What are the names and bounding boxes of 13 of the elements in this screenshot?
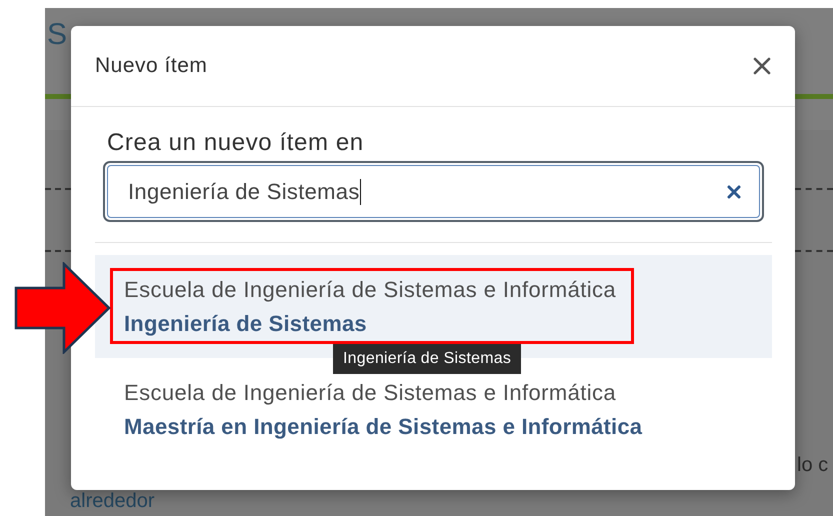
page-text: lo c — [797, 454, 828, 477]
search-field[interactable]: Ingeniería de Sistemas — [103, 161, 764, 222]
dialog-title: Nuevo ítem — [95, 54, 208, 78]
arrow-icon — [14, 262, 111, 354]
tooltip: Ingeniería de Sistemas — [333, 344, 522, 374]
parent-unit-label: Escuela de Ingeniería de Sistemas e Informática — [124, 380, 618, 405]
close-icon[interactable] — [753, 57, 771, 75]
unit-name: Maestría en Ingeniería de Sistemas e Informática — [124, 414, 644, 439]
page-heading: S — [47, 18, 68, 52]
field-label: Crea un nuevo ítem en — [107, 129, 365, 157]
parent-unit-label: Escuela de Ingeniería de Sistemas e Informática — [124, 277, 618, 302]
clear-icon[interactable] — [727, 184, 741, 198]
unit-name: Ingeniería de Sistemas — [124, 311, 368, 336]
